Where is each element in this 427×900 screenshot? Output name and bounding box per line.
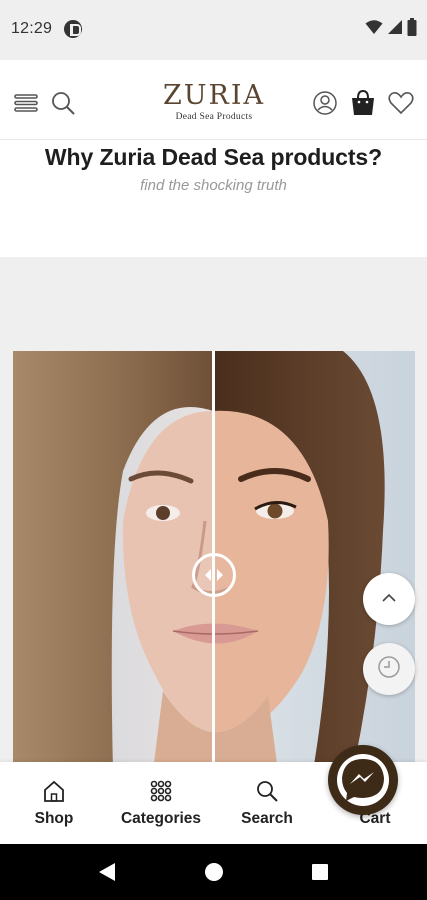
nav-item-shop[interactable]: Shop [22,762,86,844]
page-subheadline: find the shocking truth [140,177,287,194]
chevron-up-icon [381,590,397,608]
nav-item-search[interactable]: Search [232,762,302,844]
clock-icon [377,655,401,684]
battery-icon [407,17,417,41]
heart-icon[interactable] [386,88,416,118]
search-icon [255,778,279,804]
nav-label-search: Search [241,810,293,827]
nav-label-shop: Shop [34,810,74,827]
nav-label-categories: Categories [120,810,202,827]
logo-wordmark: ZURIA [162,80,265,111]
brand-logo[interactable]: ZURIA Dead Sea Products [146,80,282,123]
history-button[interactable] [363,643,415,695]
account-icon[interactable] [310,88,340,118]
messenger-icon [337,754,389,806]
search-icon[interactable] [48,88,78,118]
app-header: ZURIA Dead Sea Products [0,68,427,140]
before-after-image[interactable] [13,351,415,771]
back-icon[interactable] [93,858,121,886]
wifi-icon [365,19,383,40]
status-time: 12:29 [11,20,53,37]
messenger-button[interactable] [328,745,398,815]
status-bar: 12:29 [0,0,427,60]
recents-icon[interactable] [306,858,334,886]
system-navigation-bar [0,844,427,900]
status-indicators [365,17,417,41]
bag-icon[interactable] [348,88,378,118]
pocket-icon [64,20,82,38]
home-icon [42,778,66,804]
grid-icon [149,778,173,804]
page-headline: Why Zuria Dead Sea products? [44,144,383,170]
home-circle-icon[interactable] [200,858,228,886]
left-right-arrows-icon[interactable] [192,553,236,597]
menu-icon[interactable] [11,88,41,118]
scroll-to-top-button[interactable] [363,573,415,625]
nav-item-categories[interactable]: Categories [113,762,209,844]
logo-tagline: Dead Sea Products [175,112,253,122]
signal-icon [387,19,403,40]
app-screen: 12:29 ZURIA Dead Sea Products Why Zuria … [0,0,427,900]
